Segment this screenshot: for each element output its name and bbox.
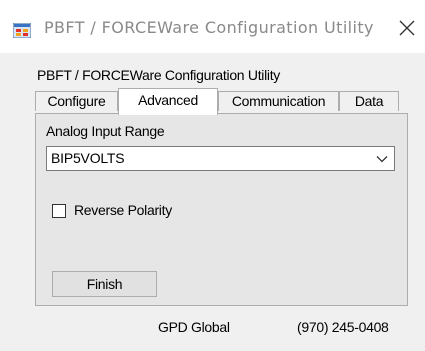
title-bar[interactable]: PBFT / FORCEWare Configuration Utility [0,0,425,53]
company-phone: (970) 245-0408 [297,319,389,335]
tab-strip: Configure Advanced Communication Data [35,88,403,115]
app-icon [13,23,31,38]
analog-input-range-select[interactable]: BIP5VOLTS [46,146,395,171]
company-name: GPD Global [158,319,230,335]
content-heading: PBFT / FORCEWare Configuration Utility [37,67,280,83]
app-window: PBFT / FORCEWare Configuration Utility P… [0,0,425,351]
advanced-tab-panel: Analog Input Range BIP5VOLTS Reverse Pol… [35,113,408,306]
tab-configure[interactable]: Configure [35,91,118,111]
chevron-down-icon [376,156,388,163]
window-title: PBFT / FORCEWare Configuration Utility [44,18,374,37]
analog-input-range-value: BIP5VOLTS [51,150,125,166]
finish-button[interactable]: Finish [52,271,157,297]
reverse-polarity-label: Reverse Polarity [74,202,172,218]
tab-data[interactable]: Data [339,91,399,111]
tab-advanced[interactable]: Advanced [118,88,218,115]
reverse-polarity-checkbox[interactable] [52,204,66,218]
analog-input-range-label: Analog Input Range [46,123,165,139]
close-icon[interactable] [396,17,418,39]
tab-communication[interactable]: Communication [218,91,339,111]
